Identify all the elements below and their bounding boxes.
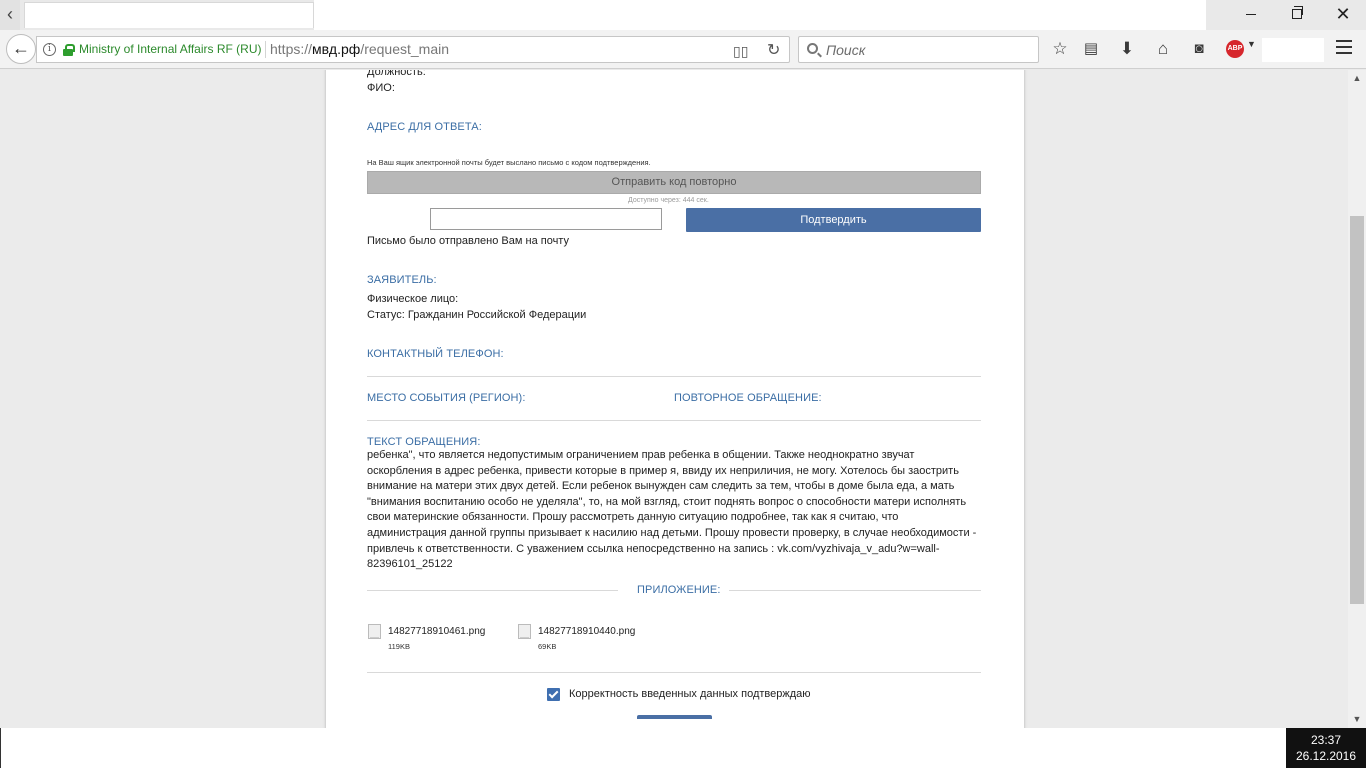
url-scheme: https:// [270,41,313,57]
close-icon: ✕ [1335,4,1351,24]
url-divider [265,41,266,58]
bookmark-star-icon[interactable]: ☆ [1049,38,1071,60]
tab-strip-empty [314,0,1206,30]
hamburger-menu-icon[interactable] [1336,40,1352,54]
request-text-heading: ТЕКСТ ОБРАЩЕНИЯ: [367,436,481,448]
info-icon[interactable]: i [43,43,56,56]
divider [367,376,981,377]
pocket-icon[interactable]: ◙ [1188,38,1210,60]
arrow-left-icon: ← [12,38,30,58]
attachments-line-right [729,590,981,591]
url-domain: мвд.рф [312,41,361,57]
chevron-left-icon: ‹ [7,4,13,24]
request-text: ребенка", что является недопустимым огра… [367,449,977,571]
mail-sent-message: Письмо было отправлено Вам на почту [367,235,569,247]
attachment-size: 69KB [538,642,557,651]
reader-view-icon[interactable]: ▯▯ [733,43,748,60]
reload-icon[interactable]: ↻ [767,40,780,60]
toolbar-blank-area [1262,38,1324,62]
scroll-up-icon[interactable]: ▲ [1348,70,1366,87]
navigation-toolbar: i Ministry of Internal Affairs RF (RU) h… [0,30,1366,69]
url-path: /request_main [360,41,450,57]
event-place-heading: МЕСТО СОБЫТИЯ (РЕГИОН): [367,392,526,404]
file-icon [518,624,531,639]
search-icon [807,43,818,54]
email-notice: На Ваш ящик электронной почты будет высл… [367,158,651,167]
divider [367,420,981,421]
close-window-button[interactable]: ✕ [1320,0,1366,30]
confirm-button[interactable]: Подтвердить [686,208,981,232]
tab-scroll-left-button[interactable]: ‹ [0,0,20,30]
vertical-scrollbar[interactable]: ▲ ▼ [1348,70,1366,728]
fio-label: ФИО: [367,82,395,94]
resend-countdown: Доступно через: 444 сек. [628,197,709,204]
search-bar[interactable]: Поиск [798,36,1039,63]
applicant-heading: ЗАЯВИТЕЛЬ: [367,274,437,286]
attachment-name[interactable]: 14827718910461.png [388,626,485,637]
back-button[interactable]: ← [6,34,36,64]
restore-icon [1292,6,1303,20]
reply-address-heading: АДРЕС ДЛЯ ОТВЕТА: [367,121,482,133]
minimize-button[interactable] [1228,0,1274,30]
bookmarks-list-icon[interactable]: ▤ [1080,38,1102,60]
divider [367,672,981,673]
attachment-name[interactable]: 14827718910440.png [538,626,635,637]
window-titlebar: ‹ ✕ [0,0,1366,30]
clock-time: 23:37 [1310,733,1342,747]
attachments-heading: ПРИЛОЖЕНИЕ: [637,584,721,596]
repeat-request-heading: ПОВТОРНОЕ ОБРАЩЕНИЕ: [674,392,822,404]
clock-date: 26.12.2016 [1295,749,1357,763]
download-icon[interactable]: ⬇ [1116,38,1138,60]
file-icon [368,624,381,639]
position-label: Должность: [367,70,426,78]
scroll-down-icon[interactable]: ▼ [1348,711,1366,728]
system-clock[interactable]: 23:37 26.12.2016 [1286,728,1366,768]
form-page: Должность: ФИО: АДРЕС ДЛЯ ОТВЕТА: На Ваш… [326,70,1024,728]
restore-button[interactable] [1274,0,1320,30]
page-viewport: Должность: ФИО: АДРЕС ДЛЯ ОТВЕТА: На Ваш… [0,70,1348,728]
browser-tab[interactable] [24,2,314,28]
submit-button[interactable] [637,715,712,719]
address-bar[interactable]: i Ministry of Internal Affairs RF (RU) h… [36,36,790,63]
lock-icon [63,44,75,56]
minimize-icon [1246,13,1256,15]
search-placeholder: Поиск [826,42,866,58]
phone-heading: КОНТАКТНЫЙ ТЕЛЕФОН: [367,348,504,360]
taskbar-edge [0,728,1,768]
citizen-status: Статус: Гражданин Российской Федерации [367,309,587,321]
adblock-icon[interactable]: ABP [1226,40,1244,58]
site-identity[interactable]: Ministry of Internal Affairs RF (RU) [79,42,261,56]
attachments-line-left [367,590,618,591]
confirm-data-checkbox[interactable] [547,688,560,701]
url-text[interactable]: https://мвд.рф/request_main [270,41,449,57]
chevron-down-icon[interactable]: ▼ [1247,39,1256,49]
attachment-size: 119KB [388,642,410,651]
confirm-data-label: Корректность введенных данных подтвержда… [569,688,811,700]
scrollbar-thumb[interactable] [1350,216,1364,604]
confirmation-code-input[interactable] [430,208,662,230]
resend-code-button[interactable]: Отправить код повторно [367,171,981,194]
os-taskbar: 23:37 26.12.2016 [0,728,1366,768]
person-type: Физическое лицо: [367,293,459,305]
home-icon[interactable]: ⌂ [1152,38,1174,60]
